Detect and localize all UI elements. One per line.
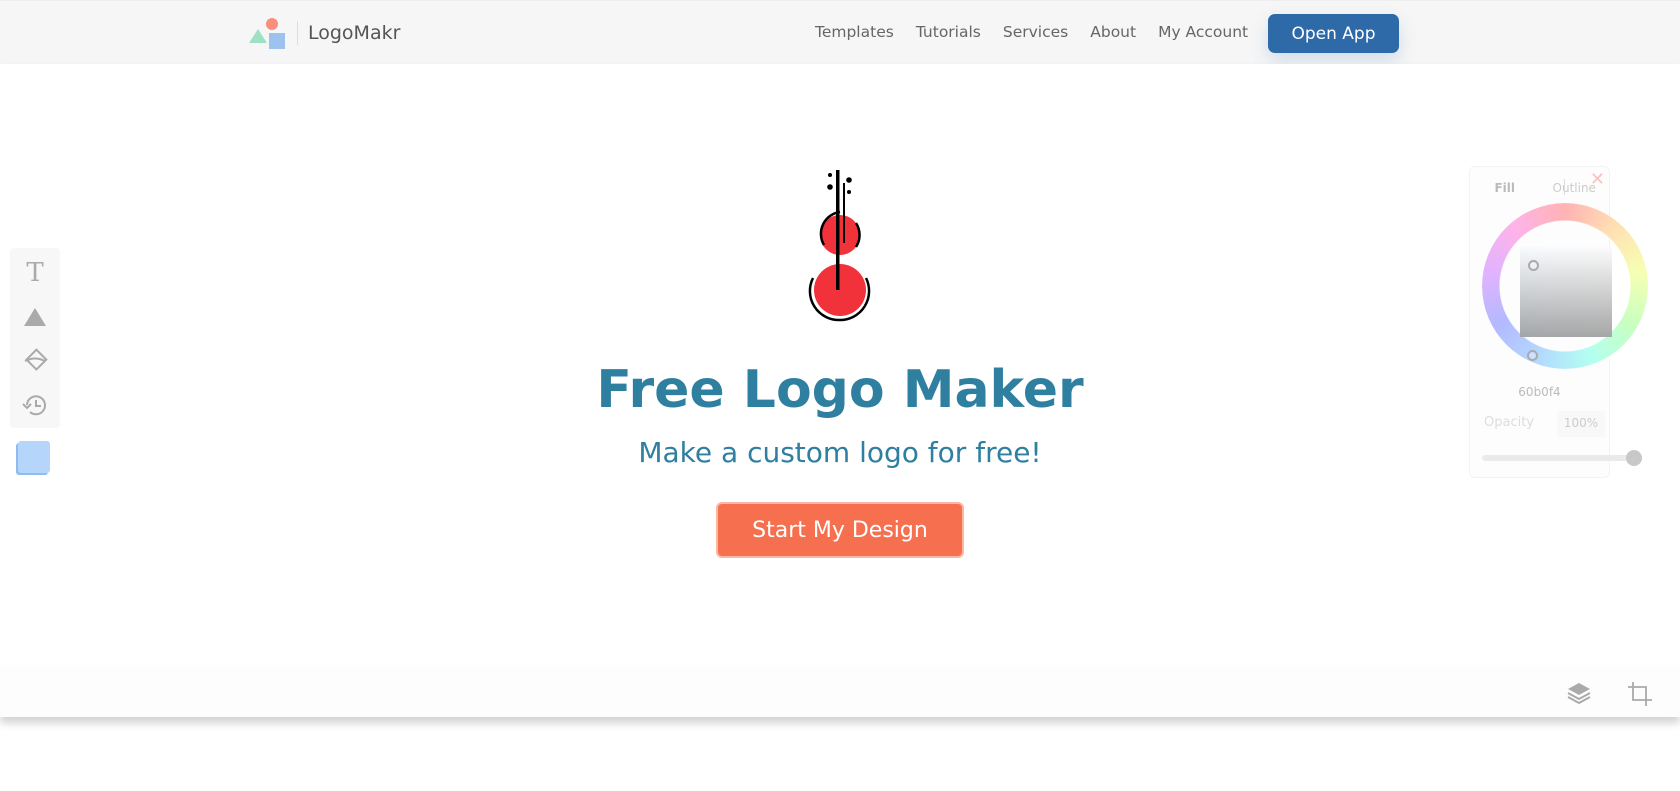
brand-name: LogoMakr — [308, 22, 401, 44]
page-title: Free Logo Maker — [596, 360, 1084, 420]
saturation-knob[interactable] — [1528, 260, 1539, 271]
nav-templates[interactable]: Templates — [815, 23, 894, 41]
shape-icon[interactable] — [20, 300, 50, 334]
crop-icon[interactable] — [1627, 681, 1653, 707]
tab-outline[interactable]: Outline — [1540, 181, 1610, 195]
nav-services[interactable]: Services — [1003, 23, 1068, 41]
opacity-value[interactable]: 100% — [1557, 411, 1605, 437]
opacity-slider-thumb[interactable] — [1626, 450, 1642, 466]
open-app-button[interactable]: Open App — [1268, 14, 1399, 53]
fill-icon[interactable] — [20, 344, 50, 378]
layers-icon[interactable] — [1566, 681, 1592, 705]
logomakr-logo-icon — [249, 18, 285, 49]
main-nav: Templates Tutorials Services About My Ac… — [815, 23, 1248, 41]
bottom-bar — [0, 665, 1680, 717]
color-panel: ✕ Fill Outline 60b0f4 Opacity 100% — [1469, 166, 1648, 478]
history-icon[interactable] — [20, 388, 50, 422]
tab-fill[interactable]: Fill — [1470, 181, 1540, 195]
tab-divider — [1564, 179, 1565, 195]
opacity-label: Opacity — [1484, 415, 1535, 430]
guitar-logo-icon — [808, 170, 871, 322]
hex-value[interactable]: 60b0f4 — [1470, 385, 1609, 399]
brand-divider — [297, 21, 298, 45]
brand-logo[interactable]: LogoMakr — [249, 17, 400, 49]
page-subtitle: Make a custom logo for free! — [638, 436, 1042, 469]
opacity-slider[interactable] — [1482, 450, 1642, 466]
nav-tutorials[interactable]: Tutorials — [916, 23, 981, 41]
left-toolbar: T — [10, 248, 60, 428]
header: LogoMakr Templates Tutorials Services Ab… — [0, 0, 1680, 64]
text-icon[interactable]: T — [20, 256, 50, 290]
color-swatch[interactable] — [18, 441, 50, 473]
hue-knob[interactable] — [1527, 350, 1538, 361]
start-my-design-button[interactable]: Start My Design — [716, 502, 964, 558]
nav-about[interactable]: About — [1090, 23, 1136, 41]
nav-my-account[interactable]: My Account — [1158, 23, 1248, 41]
